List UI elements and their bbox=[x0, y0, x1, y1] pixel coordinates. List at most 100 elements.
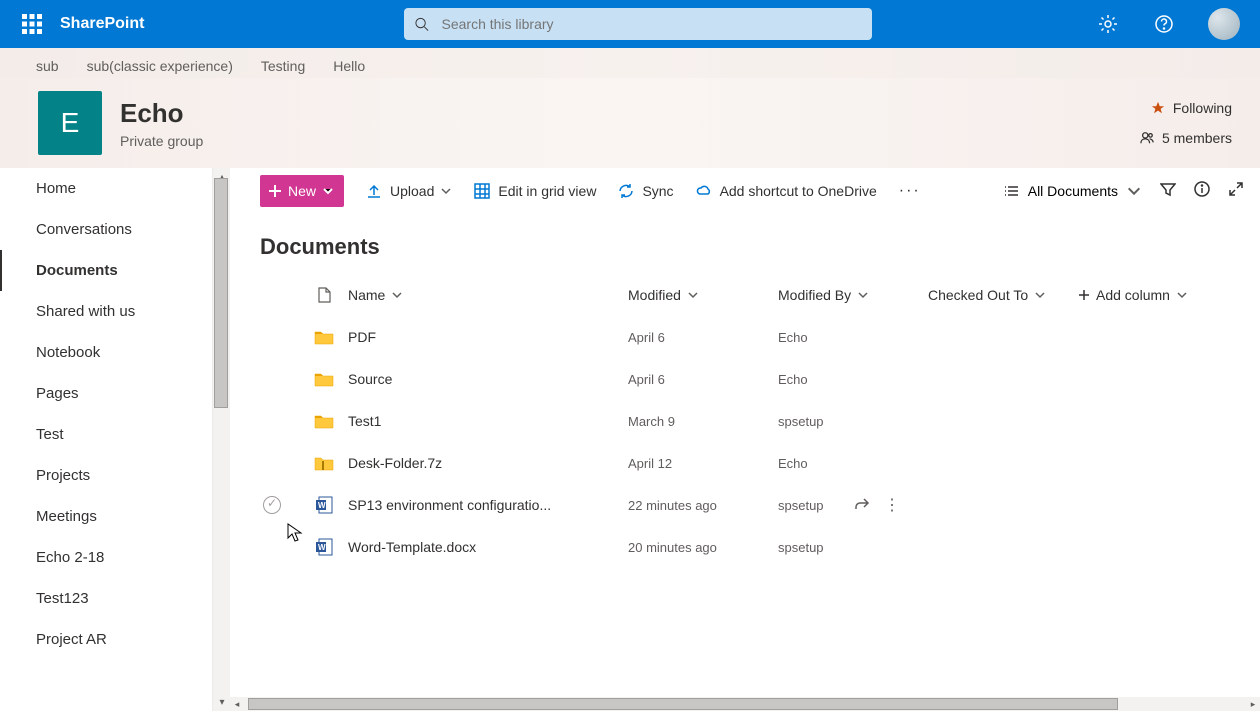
column-modified-by[interactable]: Modified By bbox=[778, 287, 928, 303]
document-table: Name Modified Modified By Checked Out To bbox=[230, 274, 1260, 568]
table-row[interactable]: SourceApril 6Echo bbox=[244, 358, 1260, 400]
sync-button[interactable]: Sync bbox=[618, 183, 673, 199]
column-label: Modified By bbox=[778, 287, 851, 303]
row-modified-by[interactable]: spsetup bbox=[778, 498, 928, 513]
row-select[interactable] bbox=[244, 496, 300, 514]
help-icon bbox=[1154, 14, 1174, 34]
help-button[interactable] bbox=[1140, 0, 1188, 48]
sidebar-item[interactable]: Conversations bbox=[0, 209, 230, 250]
site-logo[interactable]: E bbox=[38, 91, 102, 155]
sidebar-item[interactable]: Pages bbox=[0, 373, 230, 414]
row-file-icon bbox=[300, 329, 348, 345]
table-row[interactable]: W SP13 environment configuratio...22 minu… bbox=[244, 484, 1260, 526]
add-column-label: Add column bbox=[1096, 287, 1170, 303]
sidebar-item[interactable]: Documents bbox=[0, 250, 230, 291]
star-icon bbox=[1151, 101, 1165, 115]
chevron-down-icon bbox=[391, 289, 403, 301]
scroll-down-button[interactable]: ▾ bbox=[213, 693, 231, 711]
settings-button[interactable] bbox=[1084, 0, 1132, 48]
upload-button[interactable]: Upload bbox=[366, 183, 452, 199]
info-icon bbox=[1194, 181, 1210, 197]
row-name[interactable]: Word-Template.docx bbox=[348, 539, 628, 555]
list-icon bbox=[1004, 183, 1020, 199]
info-button[interactable] bbox=[1194, 181, 1210, 202]
row-modified-by[interactable]: Echo bbox=[778, 330, 928, 345]
site-name[interactable]: Echo bbox=[120, 98, 203, 129]
row-file-icon: W bbox=[300, 538, 348, 556]
sidebar[interactable]: HomeConversationsDocumentsShared with us… bbox=[0, 168, 230, 711]
sidebar-item[interactable]: Home bbox=[0, 168, 230, 209]
top-link-item[interactable]: Hello bbox=[333, 58, 365, 74]
user-avatar[interactable] bbox=[1208, 8, 1240, 40]
sidebar-item[interactable]: Test bbox=[0, 414, 230, 455]
table-row[interactable]: Desk-Folder.7zApril 12Echo bbox=[244, 442, 1260, 484]
app-launcher-button[interactable] bbox=[8, 0, 56, 48]
sidebar-scroll-thumb[interactable] bbox=[214, 178, 228, 408]
table-header: Name Modified Modified By Checked Out To bbox=[244, 274, 1260, 316]
upload-icon bbox=[366, 183, 382, 199]
table-row[interactable]: Test1March 9spsetup bbox=[244, 400, 1260, 442]
column-name[interactable]: Name bbox=[348, 287, 628, 303]
top-link-item[interactable]: sub(classic experience) bbox=[87, 58, 233, 74]
table-row[interactable]: WWord-Template.docx20 minutes agospsetup bbox=[244, 526, 1260, 568]
share-button[interactable] bbox=[854, 496, 870, 515]
horizontal-scroll-thumb[interactable] bbox=[248, 698, 1118, 710]
search-input[interactable] bbox=[442, 16, 863, 32]
row-more-button[interactable]: ⋮ bbox=[884, 495, 900, 515]
search-box[interactable] bbox=[404, 8, 872, 40]
svg-text:W: W bbox=[318, 543, 326, 552]
column-modified[interactable]: Modified bbox=[628, 287, 778, 303]
new-button[interactable]: New bbox=[260, 175, 344, 207]
folder-icon bbox=[314, 413, 334, 429]
scroll-left-button[interactable]: ◂ bbox=[230, 697, 244, 711]
sidebar-scrollbar[interactable]: ▴ ▾ bbox=[212, 168, 230, 711]
command-bar-right: All Documents bbox=[1004, 181, 1244, 202]
suite-bar: SharePoint bbox=[0, 0, 1260, 48]
add-shortcut-button[interactable]: Add shortcut to OneDrive bbox=[696, 183, 877, 199]
sidebar-item[interactable]: Projects bbox=[0, 455, 230, 496]
chevron-down-icon bbox=[1176, 289, 1188, 301]
row-modified: April 12 bbox=[628, 456, 778, 471]
app-name[interactable]: SharePoint bbox=[60, 15, 144, 33]
add-column-button[interactable]: Add column bbox=[1078, 287, 1208, 303]
row-modified-by[interactable]: Echo bbox=[778, 456, 928, 471]
row-name[interactable]: Test1 bbox=[348, 413, 628, 429]
row-name[interactable]: SP13 environment configuratio... bbox=[348, 497, 628, 513]
row-modified-by[interactable]: spsetup bbox=[778, 540, 928, 555]
table-row[interactable]: PDFApril 6Echo bbox=[244, 316, 1260, 358]
word-icon: W bbox=[315, 496, 333, 514]
sidebar-item[interactable]: Echo 2-18 bbox=[0, 537, 230, 578]
filter-icon bbox=[1160, 181, 1176, 197]
site-titles: Echo Private group bbox=[120, 98, 203, 149]
sidebar-item[interactable]: Test123 bbox=[0, 578, 230, 619]
sidebar-item[interactable]: Meetings bbox=[0, 496, 230, 537]
row-name[interactable]: Source bbox=[348, 371, 628, 387]
word-icon: W bbox=[315, 538, 333, 556]
row-modified: April 6 bbox=[628, 372, 778, 387]
filter-button[interactable] bbox=[1160, 181, 1176, 202]
sidebar-item[interactable]: Shared with us bbox=[0, 291, 230, 332]
row-modified-by[interactable]: Echo bbox=[778, 372, 928, 387]
top-link-item[interactable]: Testing bbox=[261, 58, 305, 74]
row-modified-by[interactable]: spsetup bbox=[778, 414, 928, 429]
more-commands-button[interactable]: ··· bbox=[899, 182, 921, 200]
more-icon: ⋮ bbox=[884, 497, 900, 514]
members-button[interactable]: 5 members bbox=[1140, 130, 1232, 146]
column-label: Modified bbox=[628, 287, 681, 303]
top-link-item[interactable]: sub bbox=[36, 58, 59, 74]
column-type[interactable] bbox=[300, 287, 348, 303]
edit-grid-button[interactable]: Edit in grid view bbox=[474, 183, 596, 199]
row-name[interactable]: PDF bbox=[348, 329, 628, 345]
sidebar-item[interactable]: Project AR bbox=[0, 619, 230, 660]
plus-icon bbox=[268, 184, 282, 198]
following-button[interactable]: Following bbox=[1151, 100, 1232, 116]
sidebar-item[interactable]: Notebook bbox=[0, 332, 230, 373]
row-modified: 22 minutes ago bbox=[628, 498, 778, 513]
row-name[interactable]: Desk-Folder.7z bbox=[348, 455, 628, 471]
view-selector[interactable]: All Documents bbox=[1004, 183, 1142, 199]
horizontal-scrollbar[interactable]: ◂ ▸ bbox=[230, 697, 1260, 711]
expand-button[interactable] bbox=[1228, 181, 1244, 202]
scroll-right-button[interactable]: ▸ bbox=[1246, 697, 1260, 711]
column-checked-out[interactable]: Checked Out To bbox=[928, 287, 1078, 303]
folder-icon bbox=[314, 371, 334, 387]
